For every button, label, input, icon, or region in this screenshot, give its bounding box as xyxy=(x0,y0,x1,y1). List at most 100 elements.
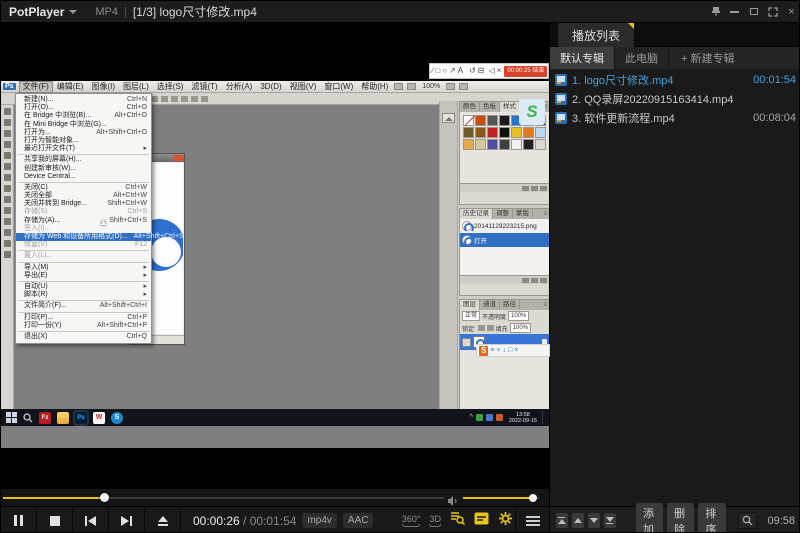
app-menu-button[interactable]: PotPlayer xyxy=(9,5,64,19)
undo-icon: ↺ xyxy=(469,66,476,76)
tray-expand-icon: ^ xyxy=(470,414,473,421)
seek-slider[interactable] xyxy=(3,497,444,499)
ps-tool-icon xyxy=(4,163,11,170)
volume-slider[interactable] xyxy=(463,497,539,499)
ps-menu-item-3: 图层(L) xyxy=(119,81,153,93)
file-menu-item: 共享我的屏幕(H)... xyxy=(16,156,151,164)
previous-button[interactable] xyxy=(73,507,109,533)
tray-icon xyxy=(496,414,503,421)
stop-icon xyxy=(50,516,60,526)
vr-360-button[interactable]: 360° xyxy=(402,515,421,527)
time-current: 00:00:26 xyxy=(193,514,240,528)
seek-knob[interactable] xyxy=(100,493,109,502)
panel-tab: 图层 xyxy=(460,300,480,310)
fill-value: 100% xyxy=(510,323,531,333)
move-up-button[interactable] xyxy=(572,513,584,528)
playlist-item-0[interactable]: 1. logo尺寸修改.mp400:01:54 xyxy=(550,70,800,89)
subtitle-button[interactable] xyxy=(474,512,489,530)
ps-tool-icon xyxy=(4,207,11,214)
stop-button[interactable] xyxy=(37,507,73,533)
playlist-search-button[interactable] xyxy=(450,511,465,530)
panel-tab: 色板 xyxy=(480,102,500,112)
ps-tool-icon xyxy=(4,229,11,236)
ps-tool-icon xyxy=(4,218,11,225)
ps-tool-icon xyxy=(4,119,11,126)
qq-tool-icon: □ xyxy=(508,346,512,356)
file-menu-item: 自动(U)▸ xyxy=(16,283,151,291)
maximize-button[interactable] xyxy=(744,1,763,22)
style-swatch xyxy=(511,139,522,150)
control-bar: 00:00:26 / 00:01:54 mp4v AAC 360° 3D xyxy=(1,506,549,533)
move-bottom-button[interactable] xyxy=(604,513,616,528)
photoshop-taskbar-icon: Ps xyxy=(75,412,87,424)
arrow-icon: ↗ xyxy=(449,66,456,76)
pause-button[interactable] xyxy=(1,507,37,533)
playlist-item-1[interactable]: 2. QQ录屏20220915163414.mp4 xyxy=(550,89,800,108)
playlist-panel: 播放列表 默认专辑此电脑+ 新建专辑 1. logo尺寸修改.mp400:01:… xyxy=(549,23,800,533)
file-menu-item: 打印(P)...Ctrl+P xyxy=(16,314,151,322)
style-swatch xyxy=(487,139,498,150)
move-down-button[interactable] xyxy=(588,513,600,528)
file-menu-item: 创建新审核(W)... xyxy=(16,165,151,173)
remove-button[interactable]: 删除 xyxy=(667,503,694,533)
audio-codec-badge[interactable]: AAC xyxy=(343,513,374,528)
rectangle-icon: □ xyxy=(435,66,440,76)
pin-icon[interactable] xyxy=(706,1,725,22)
history-thumbnail xyxy=(462,235,472,245)
playlist-footer: 添加 删除 排序 09:58 xyxy=(550,506,800,533)
ps-tool-icon xyxy=(4,108,11,115)
album-tab-1[interactable]: 此电脑 xyxy=(615,47,668,69)
file-menu-item: 脚本(R)▸ xyxy=(16,291,151,299)
volume-knob[interactable] xyxy=(529,494,537,502)
settings-button[interactable] xyxy=(498,511,513,531)
ps-menu-item-4: 选择(S) xyxy=(153,81,188,93)
add-button[interactable]: 添加 xyxy=(636,503,663,533)
qq-tool-icon: ↓ xyxy=(503,346,507,356)
panel-tab: 通道 xyxy=(480,300,500,310)
minimize-button[interactable] xyxy=(725,1,744,22)
fullscreen-button[interactable] xyxy=(763,1,782,22)
album-tab-2[interactable]: + 新建专辑 xyxy=(669,47,800,69)
ps-menu-item-2: 图像(I) xyxy=(87,81,119,93)
close-button[interactable]: × xyxy=(782,1,800,22)
playlist-item-2[interactable]: 3. 软件更新流程.mp400:08:04 xyxy=(550,108,800,127)
style-swatch xyxy=(475,127,486,138)
playlist-clock: 09:58 xyxy=(767,515,795,527)
next-button[interactable] xyxy=(109,507,145,533)
sound-icon: ◁ xyxy=(488,66,494,76)
menu-separator xyxy=(18,281,149,282)
style-swatch xyxy=(487,127,498,138)
eject-icon xyxy=(158,516,168,526)
playlist-search-box[interactable] xyxy=(738,512,758,529)
titlebar-divider: | xyxy=(124,6,127,18)
system-tray: ^ 13:58 2022-09-15 xyxy=(470,411,549,424)
file-menu-item: 恢复(V)F12 xyxy=(16,241,151,249)
titlebar: PotPlayer MP4 | [1/3] logo尺寸修改.mp4 × xyxy=(1,1,800,23)
sort-button[interactable]: 排序 xyxy=(698,503,725,533)
taskbar-clock: 13:58 2022-09-15 xyxy=(509,412,537,424)
ps-tool-icon xyxy=(4,130,11,137)
open-file-button[interactable] xyxy=(145,507,181,533)
style-swatch xyxy=(499,139,510,150)
search-icon xyxy=(742,515,753,526)
pause-icon xyxy=(14,515,23,526)
menu-separator xyxy=(18,262,149,263)
ps-screenshot-frame: ∕ □ ○ ↗ A ↺ ⊟ ◁ × 00:00:25 结束 S Ps 文件(F)… xyxy=(1,81,549,448)
active-tab-marker xyxy=(628,23,634,29)
tab-playlist[interactable]: 播放列表 xyxy=(558,23,634,47)
fill-label: 填充 xyxy=(496,324,508,333)
ps-toolbar-icon xyxy=(459,83,468,90)
file-menu-item: 文件简介(F)...Alt+Shift+Ctrl+I xyxy=(16,302,151,310)
album-tab-0[interactable]: 默认专辑 xyxy=(550,47,614,69)
file-menu-item: 存储(S)Ctrl+S xyxy=(16,208,151,216)
video-display[interactable]: ∕ □ ○ ↗ A ↺ ⊟ ◁ × 00:00:25 结束 S Ps 文件(F)… xyxy=(1,23,549,489)
chevron-down-icon[interactable] xyxy=(69,10,77,14)
3d-button[interactable]: 3D xyxy=(429,515,441,527)
hamburger-menu-button[interactable] xyxy=(515,507,549,533)
filezilla-icon: Fz xyxy=(39,412,51,424)
video-codec-badge[interactable]: mp4v xyxy=(302,513,336,528)
style-swatch xyxy=(499,127,510,138)
opacity-value: 100% xyxy=(508,311,529,321)
style-swatch xyxy=(463,139,474,150)
move-top-button[interactable] xyxy=(556,513,568,528)
